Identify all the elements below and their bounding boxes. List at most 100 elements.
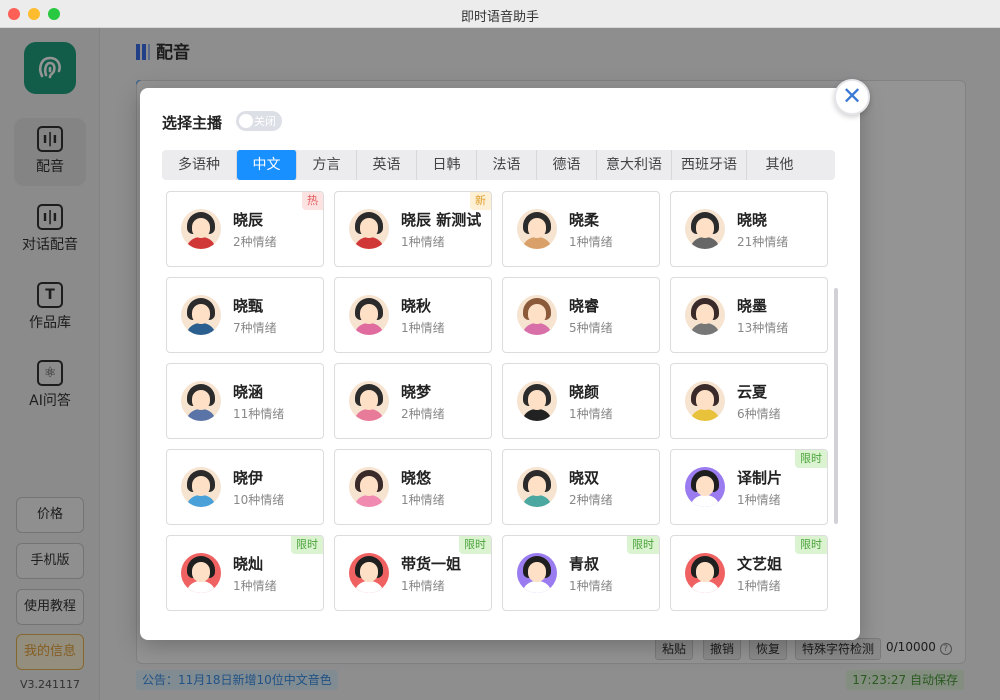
voice-card[interactable]: 晓辰 2种情绪 热 (166, 191, 324, 267)
voice-emotions: 1种情绪 (737, 493, 781, 507)
avatar (181, 553, 221, 593)
voice-card[interactable]: 晓伊 10种情绪 (166, 449, 324, 525)
voice-card[interactable]: 晓晓 21种情绪 (670, 191, 828, 267)
avatar-face (360, 562, 378, 582)
avatar (685, 381, 725, 421)
avatar-body (186, 581, 216, 593)
voice-emotions: 2种情绪 (401, 407, 445, 421)
avatar-body (186, 495, 216, 507)
voice-emotions: 2种情绪 (233, 235, 277, 249)
voice-name: 青叔 (569, 555, 600, 573)
voice-card[interactable]: 晓梦 2种情绪 (334, 363, 492, 439)
avatar-face (192, 218, 210, 238)
lang-tab-9[interactable]: 其他 (747, 150, 812, 180)
avatar-face (360, 390, 378, 410)
avatar-body (522, 581, 552, 593)
voice-emotions: 1种情绪 (401, 235, 445, 249)
voice-card[interactable]: 晓悠 1种情绪 (334, 449, 492, 525)
avatar-face (528, 476, 546, 496)
voice-badge: 限时 (627, 536, 659, 554)
voice-card[interactable]: 晓柔 1种情绪 (502, 191, 660, 267)
voice-card[interactable]: 云夏 6种情绪 (670, 363, 828, 439)
voice-name: 带货一姐 (401, 555, 462, 573)
voice-card[interactable]: 晓双 2种情绪 (502, 449, 660, 525)
avatar (517, 295, 557, 335)
avatar-face (360, 476, 378, 496)
voice-card[interactable]: 晓秋 1种情绪 (334, 277, 492, 353)
voice-name: 晓灿 (233, 555, 264, 573)
voice-card[interactable]: 晓辰 新测试 1种情绪 新 (334, 191, 492, 267)
avatar-face (696, 304, 714, 324)
voice-card[interactable]: 晓睿 5种情绪 (502, 277, 660, 353)
avatar-body (354, 409, 384, 421)
lang-tab-0[interactable]: 多语种 (162, 150, 237, 180)
avatar-face (192, 476, 210, 496)
window-title: 即时语音助手 (460, 10, 539, 25)
lang-tab-3[interactable]: 英语 (357, 150, 417, 180)
avatar-face (696, 218, 714, 238)
voice-badge: 热 (302, 192, 323, 210)
voice-card[interactable]: 晓涵 11种情绪 (166, 363, 324, 439)
avatar-face (528, 304, 546, 324)
avatar-body (186, 323, 216, 335)
voice-emotions: 10种情绪 (233, 493, 285, 507)
voice-emotions: 6种情绪 (737, 407, 781, 421)
voice-name: 晓梦 (401, 383, 432, 401)
voice-card[interactable]: 带货一姐 1种情绪 限时 (334, 535, 492, 611)
voice-emotions: 11种情绪 (233, 407, 285, 421)
avatar-body (690, 323, 720, 335)
avatar-face (696, 476, 714, 496)
voice-name: 晓辰 新测试 (401, 211, 482, 229)
voice-card[interactable]: 晓墨 13种情绪 (670, 277, 828, 353)
voice-emotions: 7种情绪 (233, 321, 277, 335)
avatar-face (528, 562, 546, 582)
avatar-body (354, 581, 384, 593)
avatar-face (528, 390, 546, 410)
lang-tab-1[interactable]: 中文 (237, 150, 297, 180)
voice-card[interactable]: 晓灿 1种情绪 限时 (166, 535, 324, 611)
avatar-face (192, 562, 210, 582)
voice-card[interactable]: 晓甄 7种情绪 (166, 277, 324, 353)
avatar-face (696, 562, 714, 582)
voice-card[interactable]: 青叔 1种情绪 限时 (502, 535, 660, 611)
voice-badge: 限时 (291, 536, 323, 554)
lang-tab-2[interactable]: 方言 (297, 150, 357, 180)
avatar (517, 467, 557, 507)
voice-picker-modal: 选择主播 关闭 多语种 中文 方言 英语 日韩 法语 德语 意大利语 西班牙语 其他 晓辰 2种情绪… (140, 88, 860, 640)
language-tabs: 多语种 中文 方言 英语 日韩 法语 德语 意大利语 西班牙语 其他 (162, 150, 835, 180)
lang-tab-8[interactable]: 西班牙语 (672, 150, 747, 180)
avatar-body (522, 495, 552, 507)
voice-emotions: 1种情绪 (401, 493, 445, 507)
modal-close-button[interactable]: ✕ (834, 79, 870, 115)
voice-card[interactable]: 晓颜 1种情绪 (502, 363, 660, 439)
voice-name: 文艺姐 (737, 555, 783, 573)
filter-toggle[interactable]: 关闭 (236, 111, 282, 131)
voice-emotions: 1种情绪 (569, 235, 613, 249)
avatar-face (360, 218, 378, 238)
voice-name: 晓睿 (569, 297, 600, 315)
voice-name: 晓涵 (233, 383, 264, 401)
avatar-body (522, 409, 552, 421)
voice-badge: 限时 (795, 450, 827, 468)
voice-emotions: 1种情绪 (401, 321, 445, 335)
lang-tab-5[interactable]: 法语 (477, 150, 537, 180)
avatar (349, 381, 389, 421)
voice-list-scrollbar[interactable] (834, 288, 838, 524)
voice-card[interactable]: 译制片 1种情绪 限时 (670, 449, 828, 525)
voice-name: 晓辰 (233, 211, 264, 229)
voice-emotions: 1种情绪 (233, 579, 277, 593)
avatar-body (354, 495, 384, 507)
lang-tab-7[interactable]: 意大利语 (597, 150, 672, 180)
lang-tab-6[interactable]: 德语 (537, 150, 597, 180)
avatar-body (522, 237, 552, 249)
lang-tab-4[interactable]: 日韩 (417, 150, 477, 180)
voice-card[interactable]: 文艺姐 1种情绪 限时 (670, 535, 828, 611)
voice-emotions: 13种情绪 (737, 321, 789, 335)
voice-badge: 限时 (795, 536, 827, 554)
voice-emotions: 1种情绪 (737, 579, 781, 593)
avatar-face (360, 304, 378, 324)
avatar-body (354, 237, 384, 249)
voice-name: 晓柔 (569, 211, 600, 229)
voice-name: 晓双 (569, 469, 600, 487)
voice-name: 晓晓 (737, 211, 768, 229)
